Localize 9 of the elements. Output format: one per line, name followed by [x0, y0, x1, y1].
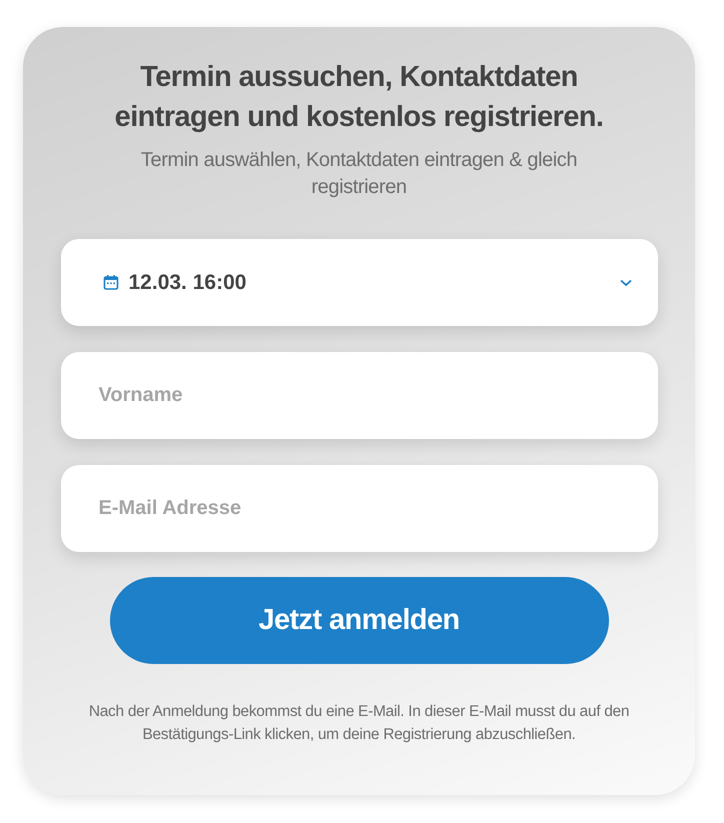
form-subtitle: Termin auswählen, Kontaktdaten eintragen & gleich registrieren — [140, 148, 578, 200]
calendar-icon — [102, 274, 118, 291]
info-text: Nach der Anmeldung bekommst du eine E-Mail. In dieser E-Mail musst du auf den Bestätigungs-Link klicken, um deine Registrierung abzuschließen. — [88, 702, 630, 745]
form-title: Termin aussuchen, Kontaktdaten eintragen und kostenlos registrieren. — [114, 60, 604, 135]
text-field[interactable]: Vorname — [60, 352, 658, 439]
date-select[interactable]: 12.03. 16:00 — [60, 239, 658, 326]
text-field[interactable]: E-Mail Adresse — [60, 465, 658, 552]
chevron-down-icon — [620, 278, 632, 286]
submit-button[interactable]: Jetzt anmelden — [110, 577, 608, 664]
